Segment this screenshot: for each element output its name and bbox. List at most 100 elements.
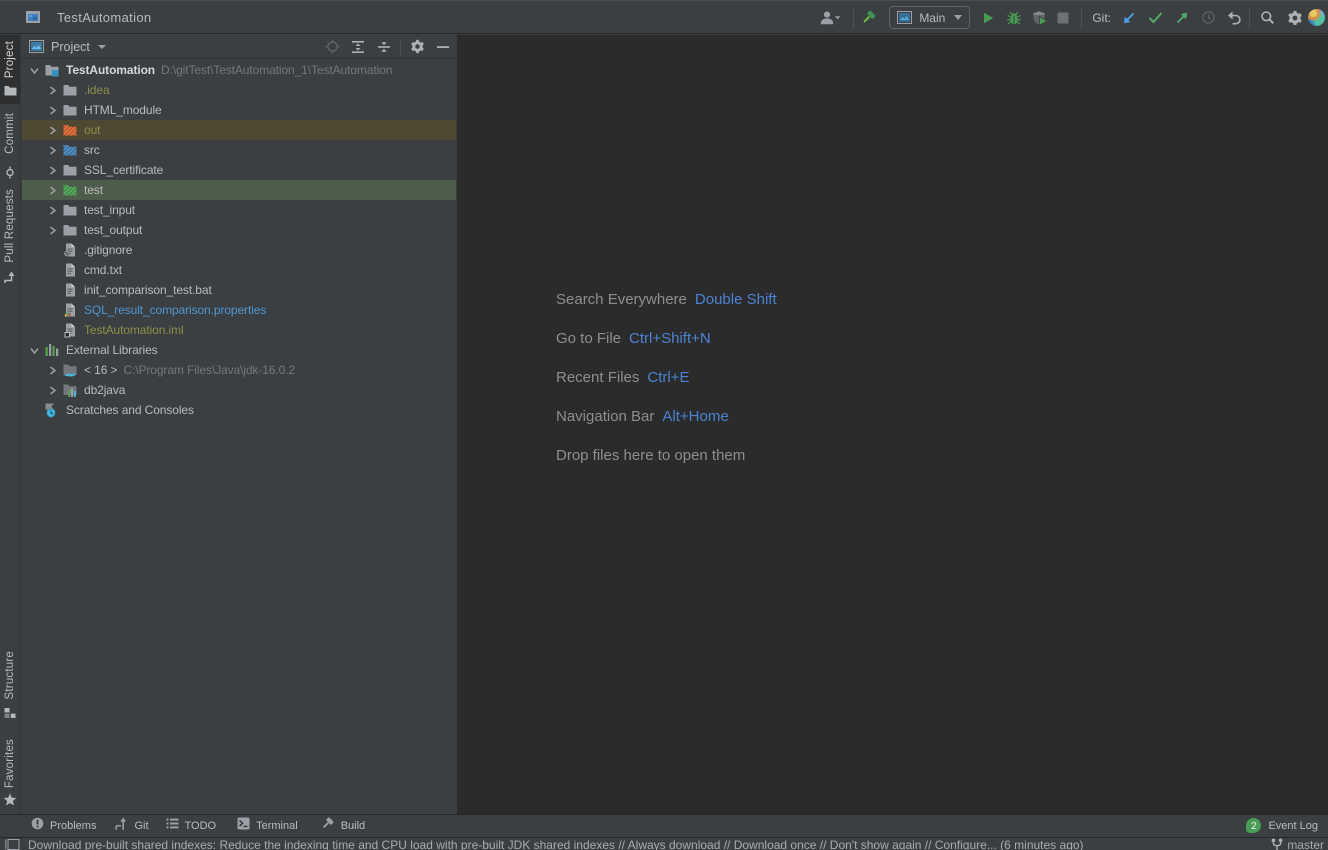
test-folder-icon xyxy=(62,182,78,198)
stripe-label: Structure xyxy=(4,651,16,699)
toolwindow-button-build[interactable]: Build xyxy=(320,816,365,836)
tree-row[interactable]: Scratches and Consoles xyxy=(22,400,456,420)
tree-row[interactable]: test xyxy=(22,180,456,200)
run-with-coverage-button[interactable] xyxy=(1027,6,1052,30)
shortcut-keys: Double Shift xyxy=(695,291,777,308)
user-button[interactable] xyxy=(816,6,844,30)
tree-row[interactable]: src xyxy=(22,140,456,160)
shortcut-hint-row: Recent Files Ctrl+E xyxy=(556,358,777,397)
collapse-all-button[interactable] xyxy=(371,36,397,58)
tree-row[interactable]: External Libraries xyxy=(22,340,456,360)
run-configuration-select[interactable]: Main xyxy=(889,6,970,29)
panel-toolbar-separator xyxy=(400,39,401,55)
build-hammer-button[interactable] xyxy=(855,6,881,30)
tree-row[interactable]: .idea xyxy=(22,80,456,100)
debug-button[interactable] xyxy=(1001,6,1027,30)
project-view-select[interactable]: Project xyxy=(29,40,106,54)
tree-row[interactable]: cmd.txt xyxy=(22,260,456,280)
tree-item-name: SQL_result_comparison.properties xyxy=(84,303,266,317)
tree-row[interactable]: SSL_certificate xyxy=(22,160,456,180)
tree-row[interactable]: < 16 >C:\Program Files\Java\jdk-16.0.2 xyxy=(22,360,456,380)
tree-row[interactable]: TestAutomation.iml xyxy=(22,320,456,340)
app-icon xyxy=(25,9,41,25)
search-everywhere-button[interactable] xyxy=(1254,6,1280,30)
settings-gear-button[interactable] xyxy=(1282,6,1308,30)
todo-icon xyxy=(166,817,179,835)
stripe-button-structure[interactable]: Structure xyxy=(0,647,20,731)
chevron-right-icon[interactable] xyxy=(44,162,60,178)
tree-row[interactable]: SQL_result_comparison.properties xyxy=(22,300,456,320)
tree-row[interactable]: db2java xyxy=(22,380,456,400)
push-button[interactable] xyxy=(1169,6,1195,30)
tree-row[interactable]: test_input xyxy=(22,200,456,220)
toolwindow-label: Build xyxy=(341,820,365,832)
chevron-right-icon[interactable] xyxy=(44,382,60,398)
main-toolbar: Main xyxy=(816,1,1328,34)
history-button[interactable] xyxy=(1195,6,1221,30)
file-properties-icon xyxy=(62,302,78,318)
chevron-right-icon[interactable] xyxy=(44,122,60,138)
expand-all-button[interactable] xyxy=(345,36,371,58)
chevron-down-icon xyxy=(954,15,962,20)
run-button[interactable] xyxy=(975,6,1001,30)
tree-row[interactable]: .gitignore xyxy=(22,240,456,260)
editor-shortcuts-hint: Search EverywhereDouble ShiftGo to FileC… xyxy=(556,280,777,475)
update-project-button[interactable] xyxy=(1115,6,1142,30)
shortcut-action: Navigation Bar xyxy=(556,408,654,425)
shortcut-hint-row: Navigation BarAlt+Home xyxy=(556,397,777,436)
folder-icon xyxy=(62,82,78,98)
chevron-right-icon[interactable] xyxy=(44,142,60,158)
chevron-right-icon[interactable] xyxy=(44,222,60,238)
shortcut-keys: Ctrl+E xyxy=(647,369,689,386)
shortcut-action: Recent Files xyxy=(556,369,639,386)
excluded-folder-icon xyxy=(62,122,78,138)
tree-item-path: C:\Program Files\Java\jdk-16.0.2 xyxy=(123,363,295,377)
problems-icon xyxy=(31,817,44,835)
vcs-icon xyxy=(115,817,128,835)
toolwindow-button-git[interactable]: Git xyxy=(115,817,148,835)
toolbar-separator xyxy=(853,8,854,28)
chevron-right-icon[interactable] xyxy=(44,362,60,378)
toolwindow-toggle-icon[interactable] xyxy=(5,839,20,850)
toolwindow-button-problems[interactable]: Problems xyxy=(31,817,96,835)
tree-item-name: test_input xyxy=(84,203,135,217)
chevron-down-icon[interactable] xyxy=(26,62,42,78)
hide-panel-button[interactable] xyxy=(430,36,456,58)
event-log-button[interactable]: 2 Event Log xyxy=(1246,818,1318,833)
tree-row[interactable]: out xyxy=(22,120,456,140)
toolwindow-button-terminal[interactable]: Terminal xyxy=(237,817,298,835)
stripe-button-favorites[interactable]: Favorites xyxy=(0,735,20,813)
commit-button[interactable] xyxy=(1142,6,1169,30)
shortcut-hint-row: Search EverywhereDouble Shift xyxy=(556,280,777,319)
stripe-button-pull-requests[interactable]: Pull Requests xyxy=(0,185,20,289)
chevron-right-icon[interactable] xyxy=(44,182,60,198)
locate-file-button[interactable] xyxy=(319,36,345,58)
stripe-button-project[interactable]: Project xyxy=(0,35,20,104)
git-branch-widget[interactable]: master xyxy=(1271,838,1324,850)
tree-item-name: db2java xyxy=(84,383,125,397)
toolwindow-button-todo[interactable]: TODO xyxy=(166,817,217,835)
file-ignored-icon xyxy=(62,242,78,258)
git-label: Git: xyxy=(1092,11,1111,25)
status-message[interactable]: Download pre-built shared indexes: Reduc… xyxy=(28,838,1084,850)
chevron-right-icon[interactable] xyxy=(44,82,60,98)
rollback-button[interactable] xyxy=(1221,6,1247,30)
chevron-down-icon[interactable] xyxy=(26,342,42,358)
title-bar: TestAutomation Main xyxy=(0,0,1328,34)
bottom-tool-window-bar: Problems Git TODO xyxy=(0,814,1328,836)
tree-row[interactable]: HTML_module xyxy=(22,100,456,120)
stripe-button-commit[interactable]: Commit xyxy=(0,109,20,181)
tree-row[interactable]: init_comparison_test.bat xyxy=(22,280,456,300)
chevron-right-icon[interactable] xyxy=(44,202,60,218)
tree-row[interactable]: test_output xyxy=(22,220,456,240)
stripe-label: Pull Requests xyxy=(4,189,16,263)
structure-icon xyxy=(4,706,16,724)
stripe-label: Favorites xyxy=(4,739,16,788)
avatar-sphere-icon[interactable] xyxy=(1308,9,1325,26)
tree-row[interactable]: TestAutomationD:\gitTest\TestAutomation_… xyxy=(22,60,456,80)
chevron-right-icon[interactable] xyxy=(44,102,60,118)
stop-button[interactable] xyxy=(1052,6,1074,30)
toolbar-separator xyxy=(1081,8,1082,28)
editor-area[interactable]: Search EverywhereDouble ShiftGo to FileC… xyxy=(457,35,1328,814)
panel-settings-button[interactable] xyxy=(404,36,430,58)
